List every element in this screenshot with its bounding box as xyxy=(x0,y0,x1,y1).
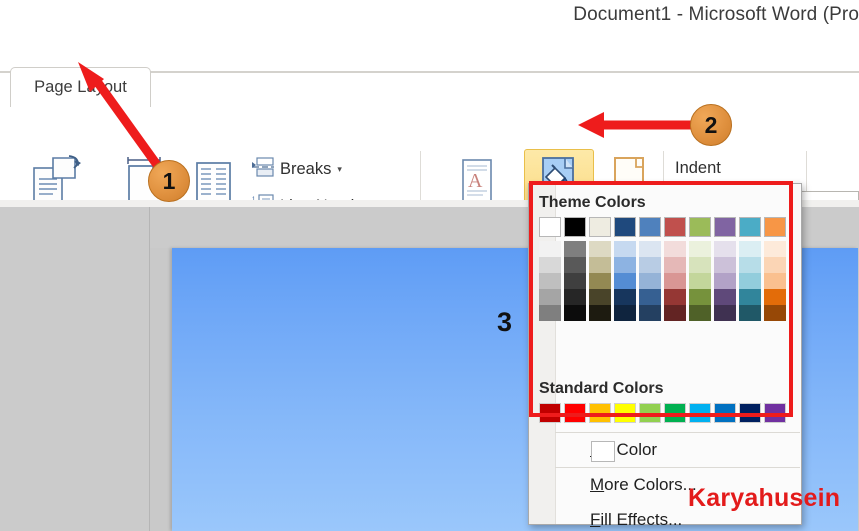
annotation-arrow-2 xyxy=(578,112,706,138)
word-application-window: Document1 - Microsoft Word (Pro Page Lay… xyxy=(0,0,859,531)
annotation-badge-2: 2 xyxy=(690,104,732,146)
annotation-badge-1: 1 xyxy=(148,160,190,202)
